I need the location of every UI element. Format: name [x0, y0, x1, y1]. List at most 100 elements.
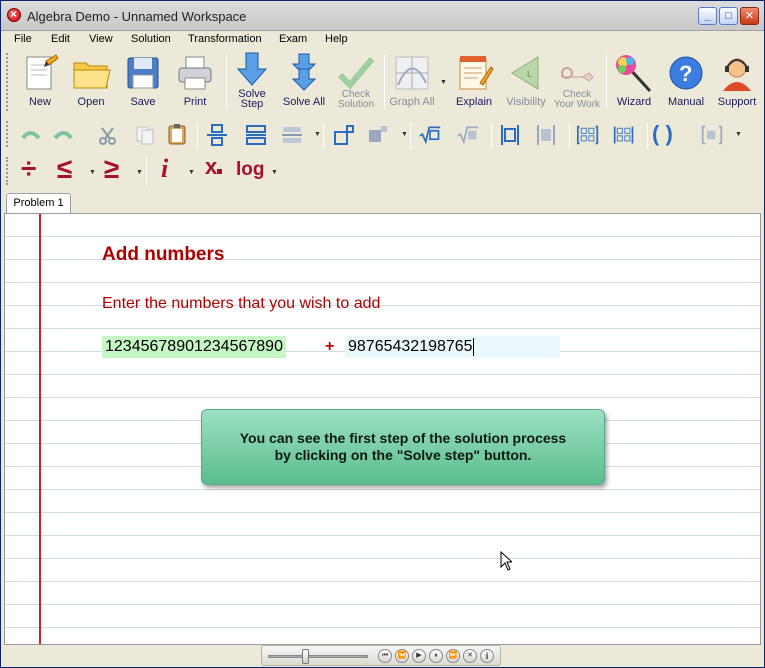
menu-file[interactable]: File: [14, 33, 32, 45]
subscript-icon[interactable]: [367, 124, 389, 146]
toolbar-separator: [491, 123, 492, 149]
visibility-triangle-icon: L: [511, 56, 539, 90]
power-icon[interactable]: [333, 124, 355, 146]
print-label: Print: [183, 96, 207, 108]
play-icon[interactable]: ▶: [412, 649, 426, 663]
second-number-input[interactable]: 98765432198765: [345, 336, 560, 358]
status-bar: ⏮ ⏪ ▶ ⏸ ⏩ ✕ i: [1, 645, 764, 667]
folder-icon: [73, 62, 111, 89]
toolbar-grip[interactable]: [6, 121, 10, 147]
open-button[interactable]: Open: [67, 49, 115, 111]
cut-scissors-icon[interactable]: [97, 125, 119, 147]
app-icon[interactable]: [7, 7, 21, 22]
nth-root-icon[interactable]: [457, 124, 479, 146]
determinant-icon[interactable]: [613, 124, 635, 146]
maximize-button[interactable]: □: [719, 7, 738, 25]
menu-exam[interactable]: Exam: [279, 33, 307, 45]
save-button[interactable]: Save: [119, 49, 167, 111]
menu-help[interactable]: Help: [325, 33, 348, 45]
print-button[interactable]: Print: [171, 49, 219, 111]
pause-icon[interactable]: ⏸: [429, 649, 443, 663]
new-button[interactable]: New: [16, 49, 64, 111]
log-dropdown-arrow[interactable]: ▼: [271, 169, 278, 176]
tab-problem-1[interactable]: Problem 1: [6, 193, 71, 213]
title-bar[interactable]: Algebra Demo - Unnamed Workspace _ □ ✕: [1, 1, 764, 31]
next-step-icon[interactable]: ⏩: [446, 649, 460, 663]
imaginary-unit-icon[interactable]: i: [161, 155, 168, 183]
margin-line: [39, 214, 41, 644]
toolbar-grip[interactable]: [6, 53, 10, 111]
brackets-icon[interactable]: [701, 124, 723, 146]
support-button[interactable]: Support: [711, 49, 763, 111]
playback-slider-track[interactable]: [268, 655, 368, 658]
check-your-work-button[interactable]: Check Your Work: [551, 49, 603, 111]
absolute-value-icon[interactable]: [499, 124, 521, 146]
window-title: Algebra Demo - Unnamed Workspace: [27, 9, 247, 24]
check-your-work-label-2: Your Work: [553, 99, 601, 110]
solve-all-label: Solve All: [282, 96, 326, 108]
log-icon[interactable]: log: [236, 159, 265, 181]
greater-equal-icon[interactable]: ≥: [104, 155, 119, 183]
greater-equal-dropdown-arrow[interactable]: ▼: [136, 169, 143, 176]
fraction-dropdown-arrow[interactable]: ▼: [314, 131, 321, 138]
manual-button[interactable]: ? Manual: [661, 49, 711, 111]
checkmark-icon: [337, 57, 375, 90]
toolbar: New Open Save Print Solve Step Solve All…: [1, 49, 764, 191]
solve-all-button[interactable]: Solve All: [279, 49, 329, 111]
explain-label: Explain: [455, 96, 493, 108]
close-button[interactable]: ✕: [740, 7, 759, 25]
menu-view[interactable]: View: [89, 33, 113, 45]
paste-clipboard-icon[interactable]: [166, 123, 188, 145]
stop-icon[interactable]: ✕: [463, 649, 477, 663]
menu-edit[interactable]: Edit: [51, 33, 70, 45]
toolbar-separator: [226, 55, 227, 109]
brackets-dropdown-arrow[interactable]: ▼: [735, 131, 742, 138]
graph-all-button[interactable]: Graph All: [387, 49, 437, 111]
parentheses-icon[interactable]: ( ): [652, 121, 673, 147]
fraction-split-icon[interactable]: [206, 124, 228, 146]
imaginary-dropdown-arrow[interactable]: ▼: [188, 169, 195, 176]
wizard-button[interactable]: Wizard: [609, 49, 659, 111]
matrix-icon[interactable]: [577, 124, 599, 146]
second-number-value: 98765432198765: [348, 338, 473, 355]
toolbar-grip[interactable]: [6, 157, 10, 185]
mouse-pointer-icon: [500, 551, 512, 571]
check-solution-button[interactable]: Check Solution: [331, 49, 381, 111]
hint-line-2: by clicking on the "Solve step" button.: [274, 447, 532, 463]
workspace-paper[interactable]: Add numbers Enter the numbers that you w…: [4, 213, 761, 645]
toolbar-separator: [146, 157, 147, 185]
first-step-icon[interactable]: ⏮: [378, 649, 392, 663]
minimize-button[interactable]: _: [698, 7, 717, 25]
absolute-value-fill-icon[interactable]: [535, 124, 557, 146]
explain-button[interactable]: Explain: [449, 49, 499, 111]
manual-label: Manual: [667, 96, 705, 108]
playback-slider-thumb[interactable]: [302, 649, 309, 664]
graph-dropdown-arrow[interactable]: ▼: [440, 79, 447, 86]
support-label: Support: [717, 96, 757, 108]
solve-step-button[interactable]: Solve Step: [229, 49, 275, 111]
power-dropdown-arrow[interactable]: ▼: [401, 131, 408, 138]
less-equal-icon[interactable]: ≤: [57, 155, 72, 183]
variable-x-icon[interactable]: x: [205, 153, 223, 181]
fraction-icon[interactable]: [245, 124, 267, 146]
app-window: Algebra Demo - Unnamed Workspace _ □ ✕ F…: [0, 0, 765, 668]
redo-icon[interactable]: [53, 124, 75, 146]
fraction-simple-icon[interactable]: [281, 124, 303, 146]
previous-step-icon[interactable]: ⏪: [395, 649, 409, 663]
menu-transformation[interactable]: Transformation: [188, 33, 262, 45]
less-equal-dropdown-arrow[interactable]: ▼: [89, 169, 96, 176]
tab-strip: Problem 1: [1, 191, 764, 213]
visibility-button[interactable]: L Visibility: [501, 49, 551, 111]
menu-solution[interactable]: Solution: [131, 33, 171, 45]
first-number-input[interactable]: 12345678901234567890: [102, 336, 286, 358]
toolbar-separator: [384, 55, 385, 109]
square-root-icon[interactable]: [419, 124, 441, 146]
divide-icon[interactable]: ÷: [21, 155, 36, 183]
help-question-icon: ?: [669, 56, 703, 90]
open-label: Open: [77, 96, 105, 108]
toolbar-separator: [569, 123, 570, 149]
info-icon[interactable]: i: [480, 649, 494, 663]
undo-icon[interactable]: [19, 124, 41, 146]
arrow-down-icon: [236, 52, 268, 86]
copy-icon[interactable]: [134, 124, 156, 146]
